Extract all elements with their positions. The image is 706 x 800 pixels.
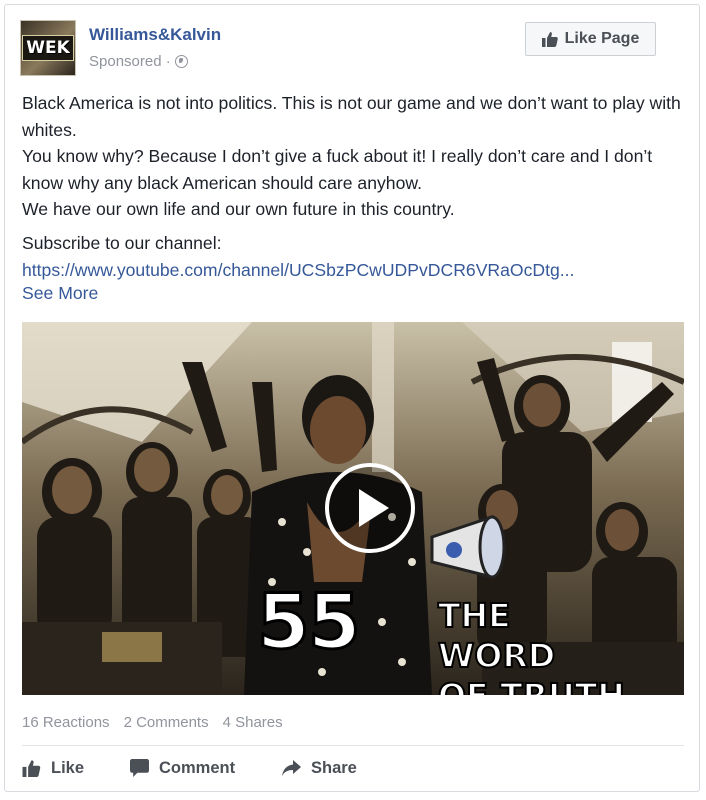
comment-icon: [130, 759, 149, 777]
reactions-count[interactable]: 16 Reactions: [22, 714, 110, 731]
page-name-link[interactable]: Williams&Kalvin: [89, 25, 221, 45]
like-button[interactable]: Like: [22, 759, 122, 778]
sponsored-label: Sponsored ·: [89, 53, 188, 70]
video-title-overlay: THE WORD OF TRUTH: [437, 595, 638, 695]
post-line-1: Black America is not into politics. This…: [22, 93, 681, 140]
sponsored-text: Sponsored ·: [89, 53, 171, 70]
post-line-3: We have our own life and our own future …: [22, 199, 455, 219]
comment-button[interactable]: Comment: [130, 759, 280, 778]
post-line-2: You know why? Because I don’t give a fuc…: [22, 146, 653, 193]
share-button[interactable]: Share: [282, 759, 402, 778]
youtube-channel-link[interactable]: https://www.youtube.com/channel/UCSbzPCw…: [22, 257, 687, 284]
video-title-line-2: OF TRUTH: [437, 675, 638, 695]
comments-count[interactable]: 2 Comments: [124, 714, 209, 731]
share-arrow-icon: [282, 760, 301, 776]
avatar-logo-text: WEK: [22, 35, 74, 61]
see-more-link[interactable]: See More: [22, 283, 98, 304]
page-avatar[interactable]: WEK: [20, 20, 76, 76]
thumbs-up-icon: [541, 32, 558, 47]
like-page-label: Like Page: [564, 30, 640, 47]
share-label: Share: [311, 758, 357, 777]
globe-icon[interactable]: [174, 55, 188, 68]
subscribe-block: Subscribe to our channel: https://www.yo…: [22, 230, 687, 283]
episode-number: 55: [256, 576, 363, 668]
play-icon[interactable]: [325, 463, 415, 553]
video-title-line-1: THE WORD: [437, 595, 556, 676]
actions-divider: [22, 745, 684, 746]
shares-count[interactable]: 4 Shares: [223, 714, 283, 731]
like-page-button[interactable]: Like Page: [525, 22, 656, 56]
video-thumbnail[interactable]: 55 THE WORD OF TRUTH: [22, 322, 684, 695]
subscribe-text: Subscribe to our channel:: [22, 233, 222, 253]
comment-label: Comment: [159, 758, 236, 777]
post-body: Black America is not into politics. This…: [22, 90, 687, 223]
like-label: Like: [51, 758, 85, 777]
engagement-stats: 16 Reactions 2 Comments 4 Shares: [22, 714, 283, 731]
thumbs-up-icon: [22, 760, 41, 777]
